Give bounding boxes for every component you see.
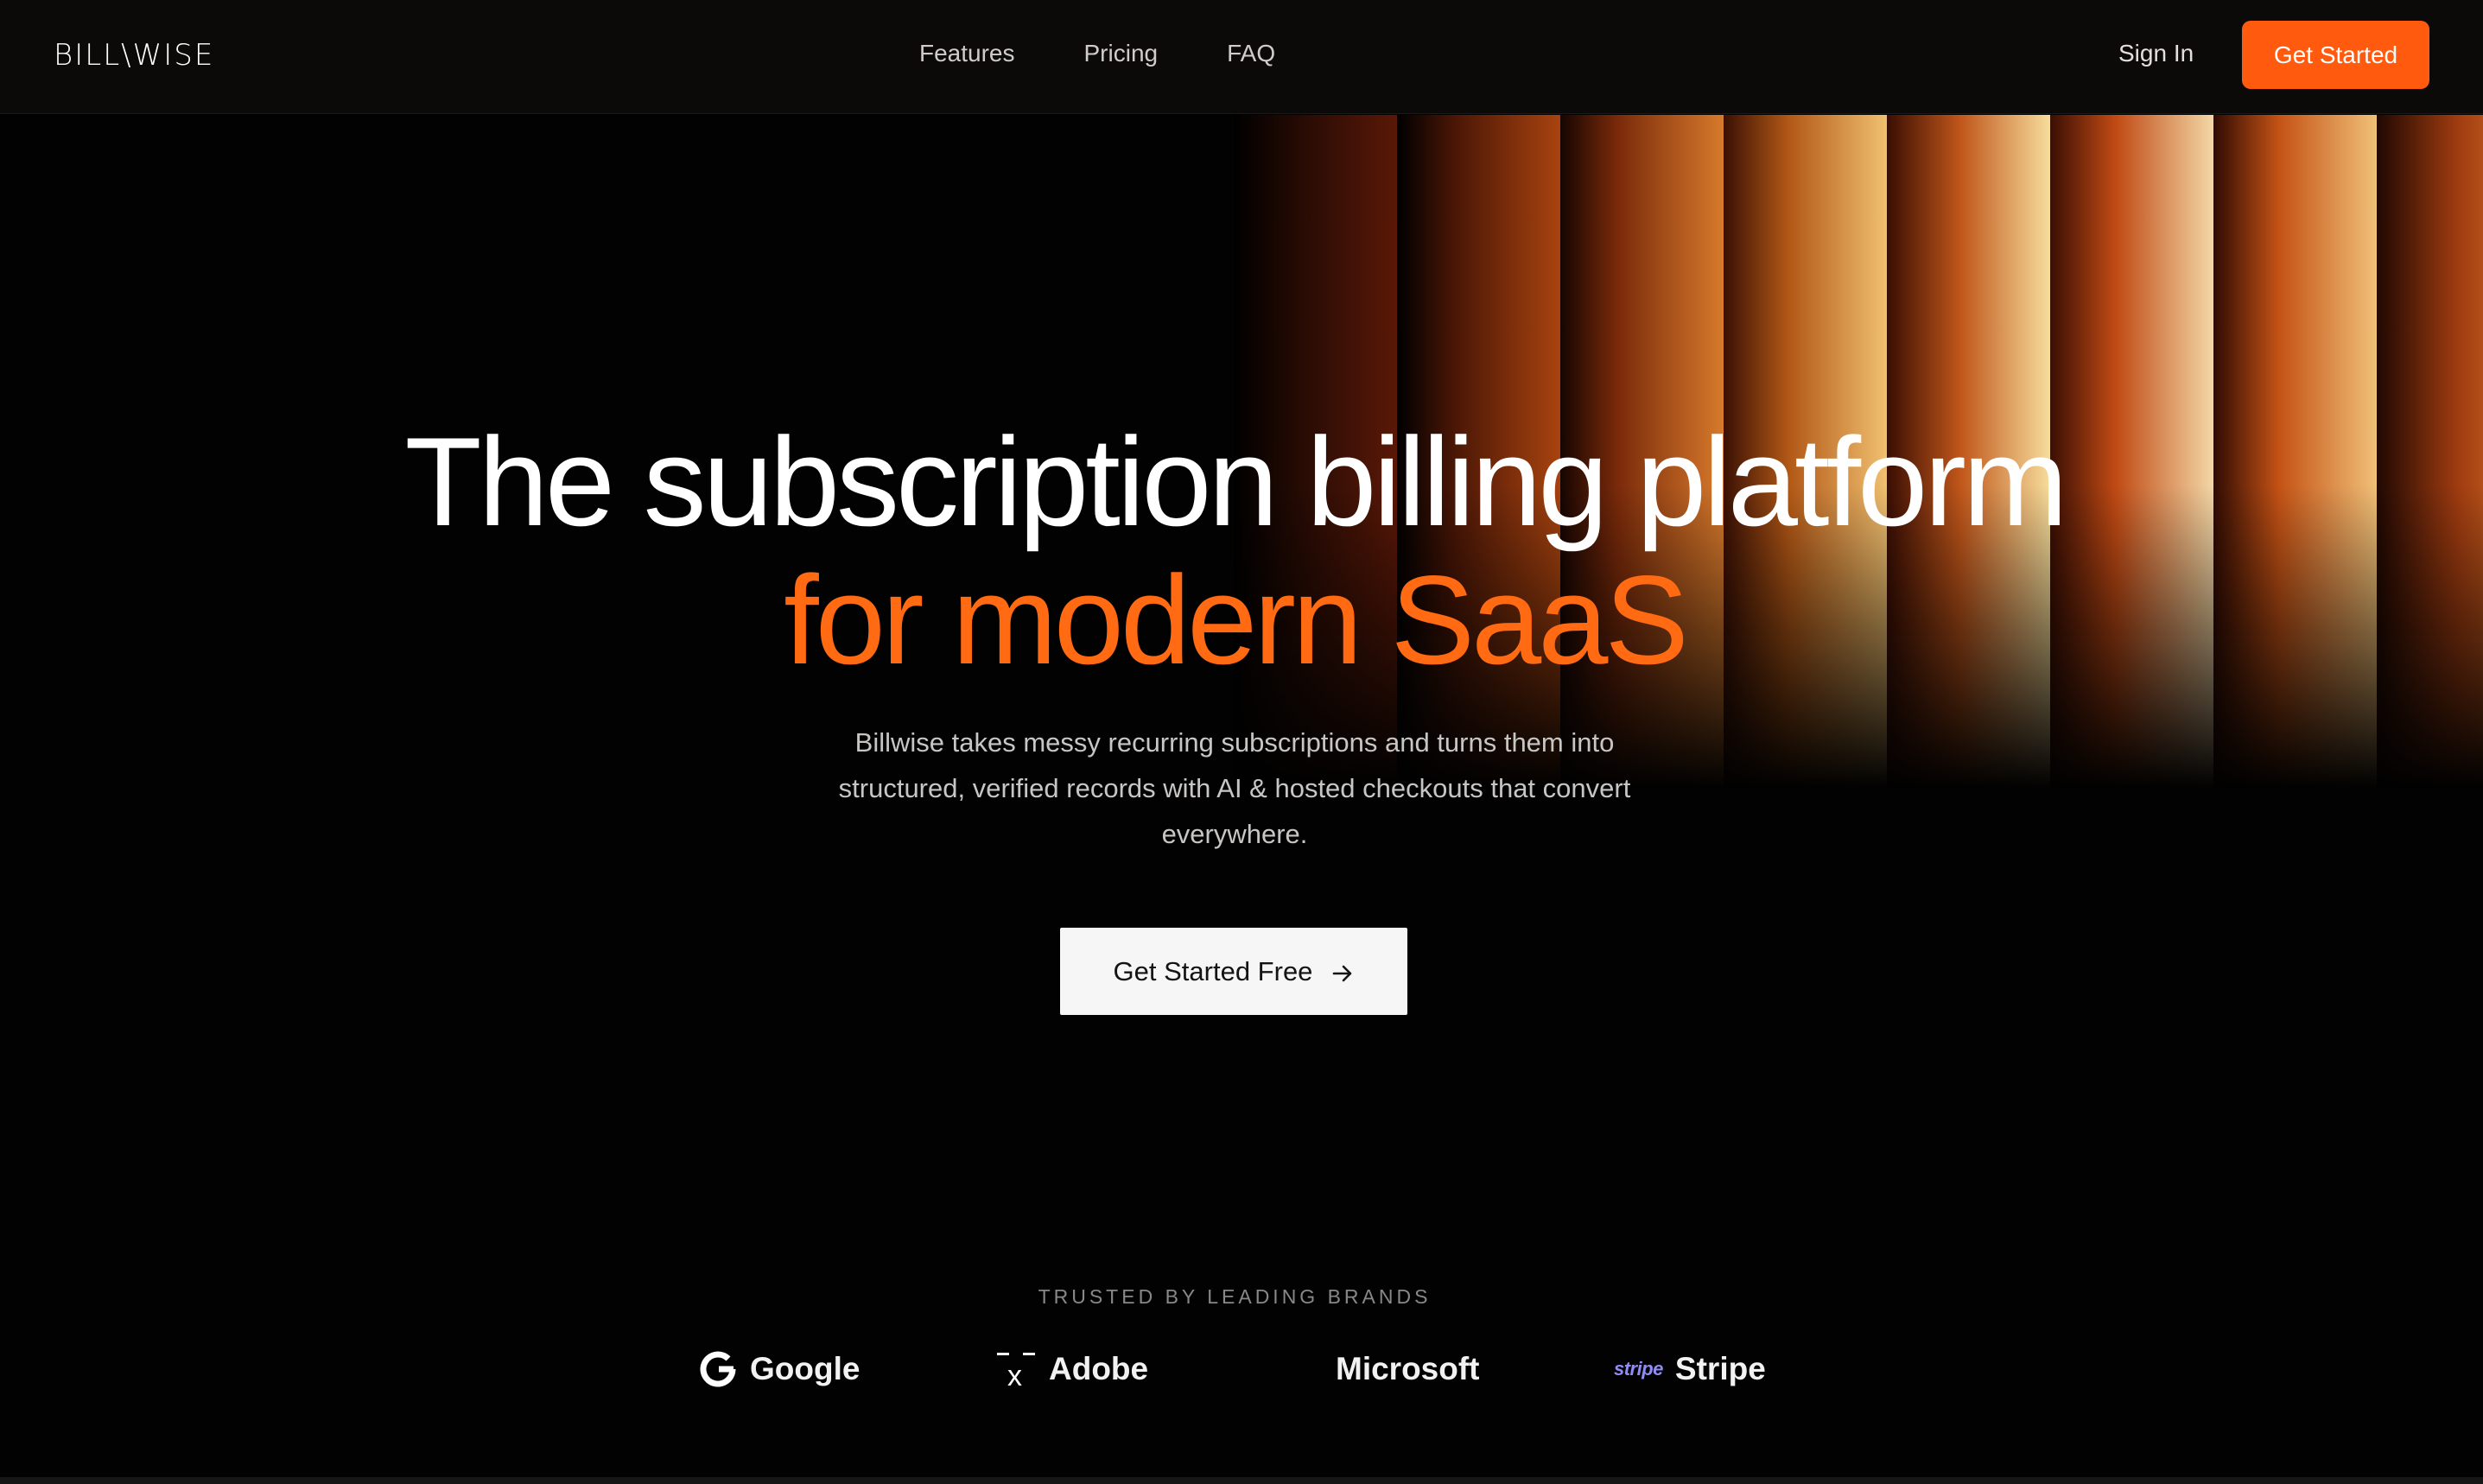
sign-in-link[interactable]: Sign In bbox=[2118, 40, 2194, 67]
brand-name: Microsoft bbox=[1336, 1351, 1480, 1386]
nav-link-faq[interactable]: FAQ bbox=[1227, 40, 1275, 67]
brand-name: Google bbox=[750, 1351, 860, 1386]
brand-adobe: x Adobe bbox=[995, 1345, 1148, 1393]
get-started-free-button[interactable]: Get Started Free bbox=[1060, 928, 1407, 1015]
brand-microsoft: Microsoft bbox=[1287, 1345, 1480, 1393]
stripe-icon: stripe bbox=[1614, 1358, 1663, 1379]
nav-link-pricing[interactable]: Pricing bbox=[1084, 40, 1159, 67]
section-divider bbox=[0, 1477, 2483, 1484]
google-icon bbox=[698, 1349, 738, 1389]
adobe-icon: x bbox=[995, 1349, 1037, 1391]
microsoft-icon bbox=[1287, 1351, 1324, 1387]
landing-page: BILL\WISE Features Pricing FAQ Sign In G… bbox=[0, 0, 2483, 1484]
hero-title-line2: for modern SaaS bbox=[784, 549, 1689, 690]
hero-title-line1: The subscription billing platform bbox=[404, 411, 2067, 552]
brand-stripe: stripe Stripe bbox=[1614, 1345, 1766, 1393]
brand-google: Google bbox=[698, 1345, 860, 1393]
brand-name: Stripe bbox=[1674, 1351, 1766, 1386]
top-navigation: BILL\WISE Features Pricing FAQ Sign In G… bbox=[0, 0, 2483, 114]
brand-name: Adobe bbox=[1049, 1351, 1149, 1386]
nav-links: Features Pricing FAQ bbox=[919, 40, 1275, 67]
hero-title: The subscription billing platform for mo… bbox=[0, 413, 2469, 689]
get-started-button[interactable]: Get Started bbox=[2242, 21, 2429, 89]
get-started-free-label: Get Started Free bbox=[1113, 955, 1313, 986]
trusted-by-label: TRUSTED BY LEADING BRANDS bbox=[1038, 1285, 1432, 1308]
nav-link-features[interactable]: Features bbox=[919, 40, 1015, 67]
arrow-right-icon bbox=[1331, 961, 1354, 983]
hero-subtitle: Billwise takes messy recurring subscript… bbox=[838, 727, 1631, 849]
billwise-logo[interactable]: BILL\WISE bbox=[54, 38, 214, 73]
